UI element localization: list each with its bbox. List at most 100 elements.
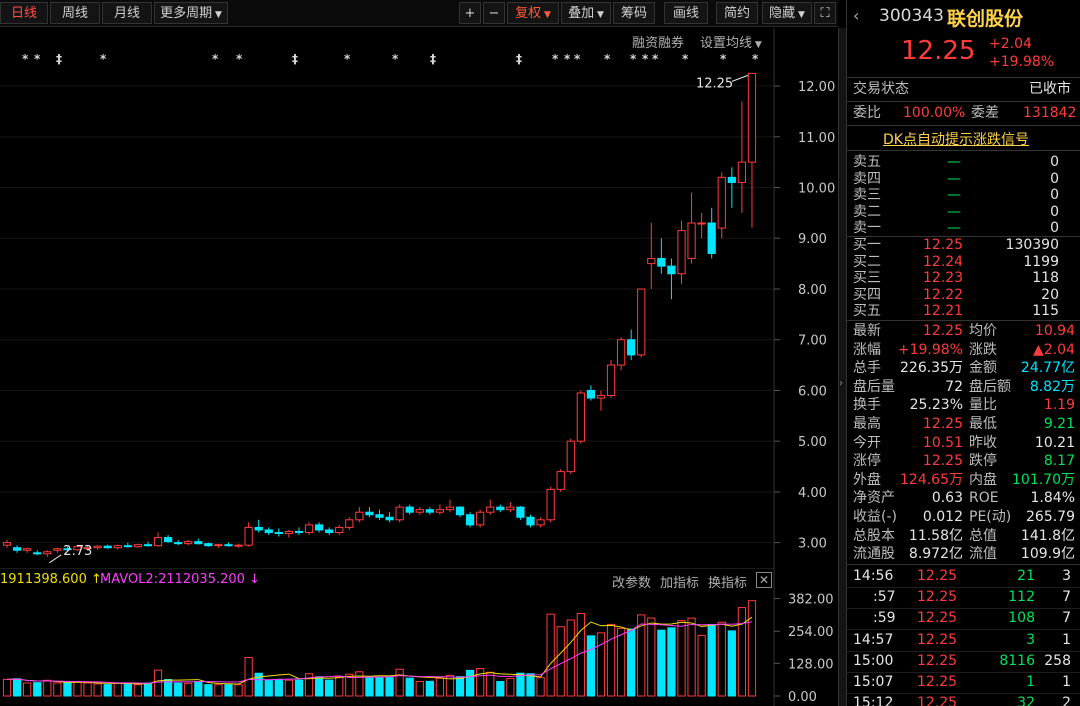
event-marker[interactable]: ‡ <box>292 52 298 66</box>
candle-body <box>335 526 344 533</box>
tick-time: 14:57 <box>853 631 894 648</box>
candle-body <box>355 511 364 521</box>
stat-value: 1.84% <box>1030 490 1075 507</box>
event-marker[interactable]: * <box>22 52 28 66</box>
volume-bar <box>335 676 344 697</box>
fullscreen-icon[interactable]: ⛶ <box>814 2 836 24</box>
event-marker[interactable]: * <box>682 52 688 66</box>
chevron-left-icon[interactable]: ‹ <box>853 6 859 25</box>
event-marker[interactable]: ‡ <box>516 52 522 66</box>
switch-indicator-link[interactable]: 换指标 <box>708 572 747 591</box>
event-marker[interactable]: ‡ <box>430 52 436 66</box>
more-periods-label: 更多周期 <box>160 6 213 21</box>
candle-body <box>184 541 193 545</box>
period-week-tab[interactable]: 周线 <box>50 2 100 24</box>
stat-value: 12.25 <box>922 453 963 470</box>
volume-bar <box>234 684 243 697</box>
order-volume: 115 <box>1032 303 1059 320</box>
candle-body <box>33 552 42 555</box>
candle-body <box>526 516 535 526</box>
event-marker[interactable]: * <box>552 52 558 66</box>
chevron-down-icon: ▼ <box>752 40 762 50</box>
event-marker[interactable]: * <box>752 52 758 66</box>
event-marker[interactable]: * <box>100 52 106 66</box>
margin-trading-link[interactable]: 融资融券 <box>632 32 684 51</box>
add-indicator-link[interactable]: 加指标 <box>660 572 699 591</box>
candle-body <box>747 72 757 163</box>
tick-time: :59 <box>873 610 896 627</box>
volume-bar <box>33 682 42 697</box>
stat-value: 0.012 <box>922 509 963 525</box>
last-price: 12.25 <box>901 36 976 66</box>
stat-value: 141.8亿 <box>1020 527 1075 544</box>
candle-body <box>576 392 585 442</box>
volume-bar <box>123 682 132 697</box>
simple-button[interactable]: 简约 <box>716 2 758 24</box>
volume-bar <box>385 677 394 697</box>
draw-line-button[interactable]: 画线 <box>664 2 708 24</box>
tick-price: 12.25 <box>917 610 958 627</box>
stat-row: 换手 25.23% 量比 1.19 <box>847 396 1080 415</box>
fuquan-dropdown[interactable]: 复权 ▼ <box>507 2 559 24</box>
dk-signal-link[interactable]: DK点自动提示涨跌信号 <box>883 129 1029 149</box>
tick-row: :59 12.25 108 7 <box>847 609 1080 628</box>
volume-bar <box>375 677 384 697</box>
candle-body <box>566 440 575 473</box>
change-params-link[interactable]: 改参数 <box>612 572 651 591</box>
overlay-dropdown[interactable]: 叠加 ▼ <box>561 2 611 24</box>
stat-label: 昨收 <box>969 434 997 451</box>
stat-value: 226.35万 <box>900 360 963 377</box>
event-marker[interactable]: * <box>574 52 580 66</box>
zoom-out-button[interactable]: − <box>483 2 505 24</box>
candlestick-chart[interactable]: 融资融券 设置均线 ▼ * * ‡ * * * ‡ * * ‡ ‡ * * * * * * * * * * 12.00 1… <box>0 28 838 568</box>
event-marker[interactable]: ‡ <box>56 52 62 66</box>
chips-button[interactable]: 筹码 <box>613 2 655 24</box>
event-marker[interactable]: * <box>604 52 610 66</box>
candle-body <box>596 395 606 399</box>
stat-value: 72 <box>945 378 963 395</box>
event-marker[interactable]: * <box>236 52 242 66</box>
hide-dropdown[interactable]: 隐藏 ▼ <box>762 2 812 24</box>
candle-body <box>697 222 706 225</box>
candle-body <box>435 509 445 513</box>
ma-setting-dropdown[interactable]: 设置均线 ▼ <box>700 32 762 51</box>
low-price-label: 2.73 <box>63 544 92 559</box>
event-marker[interactable]: * <box>212 52 218 66</box>
candle-body <box>516 506 525 518</box>
tick-volume: 112 <box>1008 589 1035 606</box>
period-day-tab[interactable]: 日线 <box>0 2 48 24</box>
event-marker[interactable]: * <box>652 52 658 66</box>
tick-price: 12.25 <box>917 652 958 669</box>
event-marker[interactable]: * <box>564 52 570 66</box>
volume-bar <box>667 627 676 697</box>
more-periods-dropdown[interactable]: 更多周期 ▼ <box>154 2 228 24</box>
candle-body <box>123 545 132 548</box>
tick-time: 15:07 <box>853 674 894 690</box>
event-marker[interactable]: * <box>720 52 726 66</box>
volume-bar <box>657 629 666 697</box>
period-month-tab[interactable]: 月线 <box>102 2 152 24</box>
volume-bar <box>455 676 465 697</box>
y-tick-label: 9.00 <box>798 232 827 247</box>
event-marker[interactable]: * <box>642 52 648 66</box>
y-tick-label: 8.00 <box>798 283 827 298</box>
candle-body <box>244 526 253 546</box>
tick-row: 14:57 12.25 3 1 <box>847 631 1080 650</box>
stat-label: 跌停 <box>969 453 997 470</box>
volume-bar <box>707 623 716 697</box>
tick-time: 14:56 <box>853 568 894 584</box>
volume-bar <box>314 676 324 697</box>
volume-chart[interactable]: 1911398.600 ↑ MAVOL2:2112035.200 ↓ 改参数 加… <box>0 567 838 706</box>
close-icon[interactable]: ✕ <box>756 572 772 588</box>
panel-splitter[interactable]: › <box>838 28 846 706</box>
candle-body <box>667 265 676 275</box>
candle-body <box>506 506 515 511</box>
event-marker[interactable]: * <box>630 52 636 66</box>
ma-setting-label: 设置均线 <box>700 36 753 51</box>
volume-bar <box>174 682 183 697</box>
zoom-in-button[interactable]: + <box>459 2 481 24</box>
event-marker[interactable]: * <box>344 52 350 66</box>
event-marker[interactable]: * <box>392 52 398 66</box>
tick-volume: 32 <box>1017 695 1035 706</box>
event-marker[interactable]: * <box>34 52 40 66</box>
